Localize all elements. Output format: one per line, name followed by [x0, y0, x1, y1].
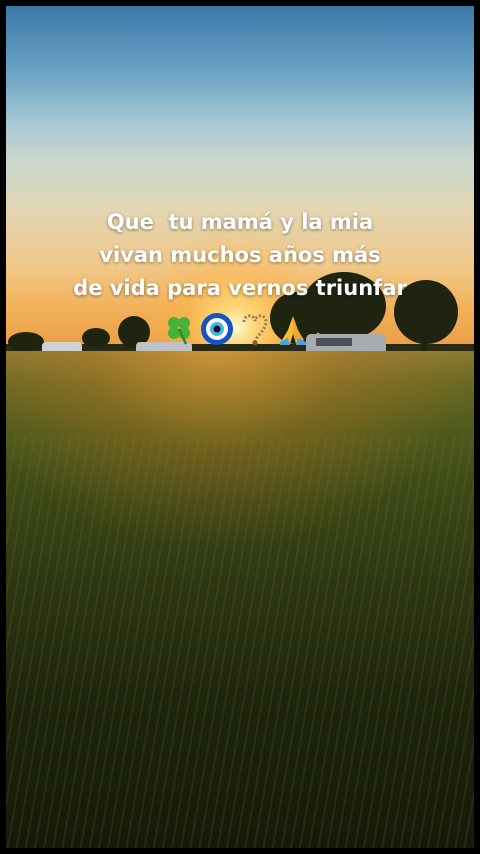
- caption-line-1: Que tu mamá y la mia: [106, 210, 374, 234]
- folded-hands-icon: [276, 312, 310, 350]
- caption-text: Que tu mamá y la mia vivan muchos años m…: [6, 206, 474, 305]
- nazar-amulet-icon: [200, 312, 234, 350]
- grass-blades: [6, 436, 474, 848]
- photo-frame: Que tu mamá y la mia vivan muchos años m…: [6, 6, 474, 848]
- four-leaf-clover-icon: [162, 312, 196, 350]
- prayer-beads-icon: [238, 312, 272, 350]
- caption-line-2: vivan muchos años más: [99, 243, 381, 267]
- emoji-row: [162, 312, 310, 350]
- caption-line-3: de vida para vernos triunfar: [73, 276, 407, 300]
